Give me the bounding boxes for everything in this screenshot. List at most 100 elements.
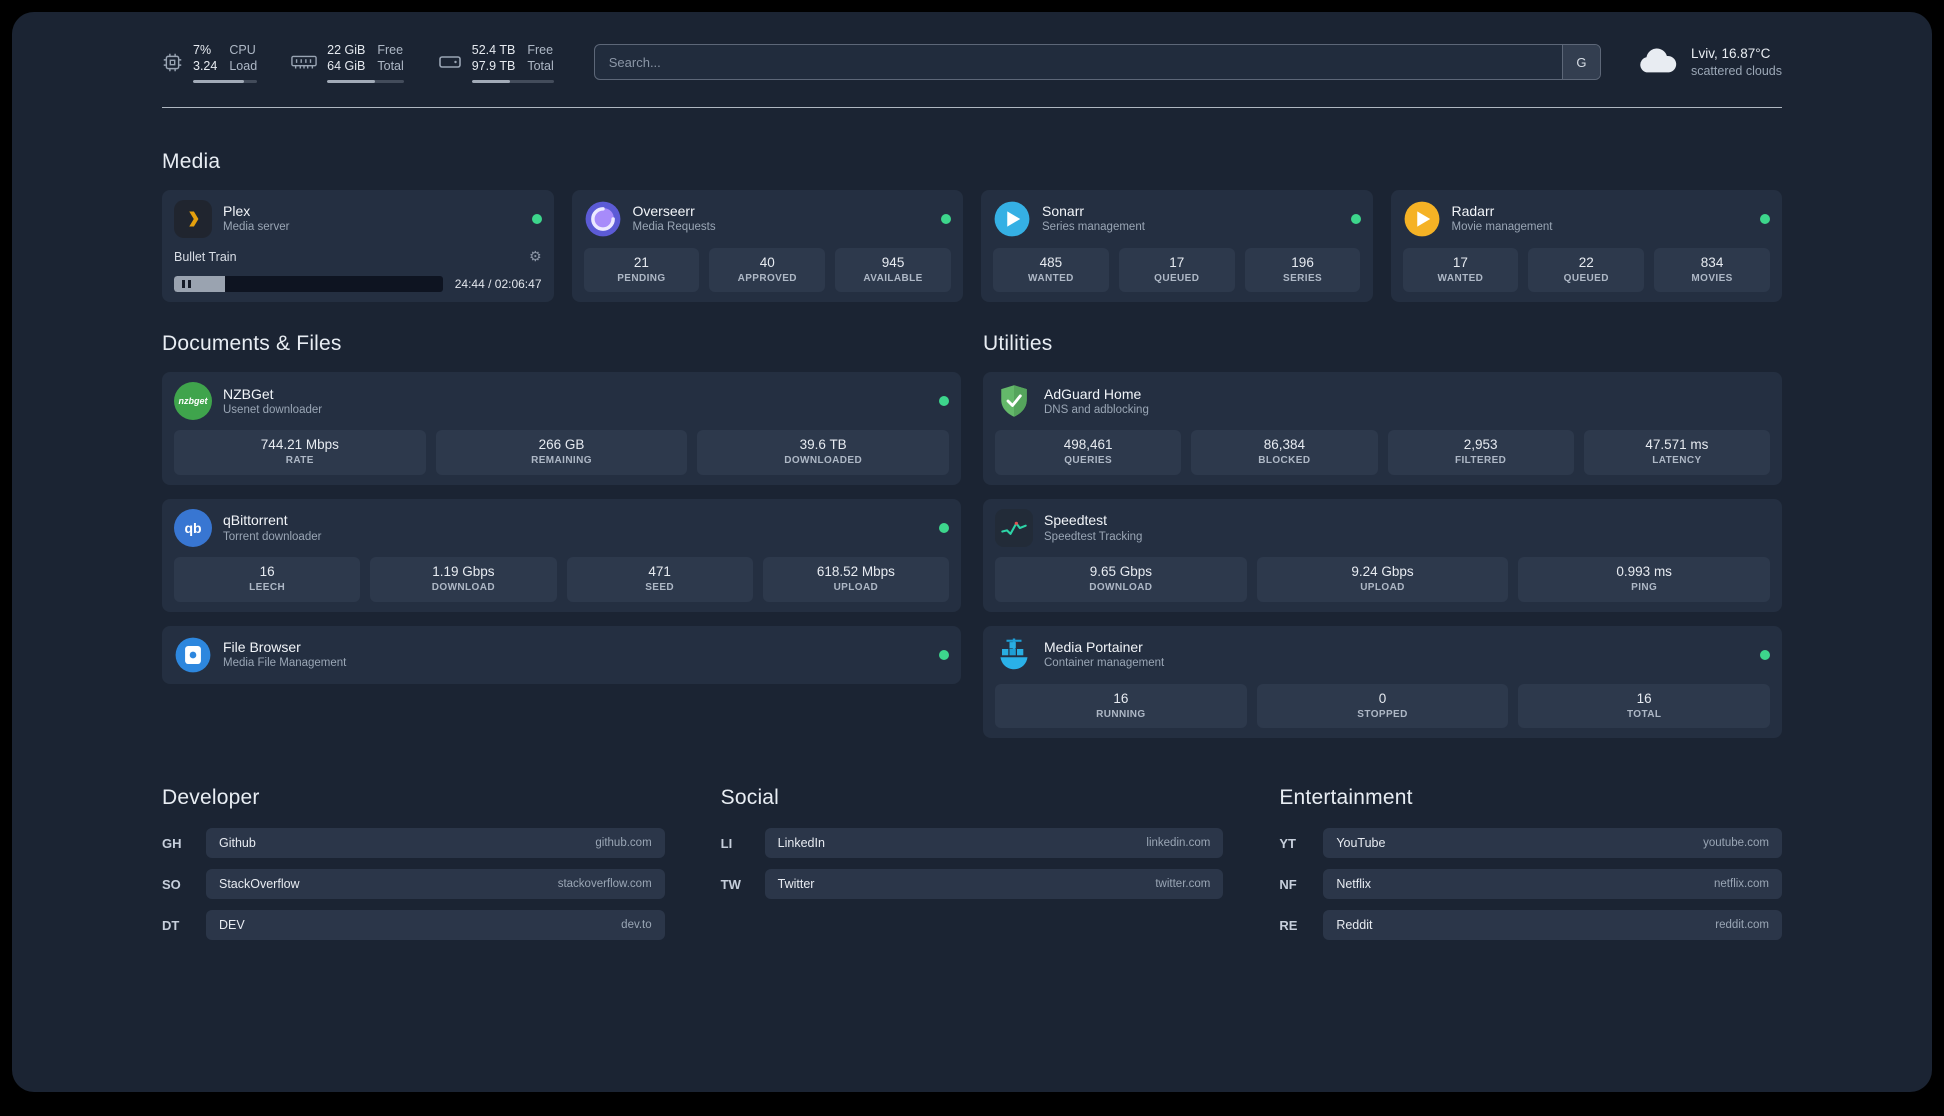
filebrowser-icon [174,636,212,674]
sonarr-icon [993,200,1031,238]
weather-condition: scattered clouds [1690,63,1782,78]
qbittorrent-icon: qb [174,508,212,547]
playback-progress-bar[interactable] [174,276,443,293]
bookmark-abbr: YT [1279,835,1296,851]
cpu-label: CPU [229,43,256,57]
stat-upload: 9.24 Gbps UPLOAD [1256,556,1509,602]
search-input[interactable] [593,44,1601,81]
bookmark-youtube[interactable]: YouTube youtube.com [1323,828,1782,859]
disk-icon [438,52,462,72]
bookmark-abbr: LI [720,835,733,851]
cpu-load-label: Load [229,59,258,74]
stat-queued: 22 QUEUED [1528,247,1645,293]
memory-free-value: 22 GiB [327,43,366,57]
pause-icon[interactable] [182,280,191,289]
radarr-icon [1403,200,1441,238]
header: 7% 3.24 CPU Load 22 GiB 64 GiB Free Tota… [162,12,1782,83]
stat-blocked: 86,384 BLOCKED [1191,430,1378,475]
stat-movies: 834 MOVIES [1654,247,1770,293]
bookmark-row: RE Reddit reddit.com [1279,910,1782,941]
search-bar: G [593,44,1601,81]
service-card-qbittorrent[interactable]: qb qBittorrent Torrent downloader 16 LEEC… [162,498,961,612]
bookmark-row: LI LinkedIn linkedin.com [720,828,1224,859]
bookmark-abbr: GH [162,835,182,851]
status-dot [1350,213,1361,224]
service-name: Media Portainer [1044,639,1143,656]
stat-filtered: 2,953 FILTERED [1387,430,1574,475]
service-card-speedtest[interactable]: Speedtest Speedtest Tracking 9.65 Gbps DO… [983,498,1782,612]
service-subtitle: Movie management [1451,221,1553,234]
service-subtitle: Media Requests [632,221,716,234]
section-title-documents: Documents & Files [162,332,342,356]
stat-upload: 618.52 Mbps UPLOAD [762,556,949,602]
disk-total-value: 97.9 TB [471,59,516,74]
service-card-overseerr[interactable]: Overseerr Media Requests 21 PENDING 40 APP… [571,189,963,303]
status-dot [939,396,949,407]
cpu-icon [162,52,183,73]
stat-queries: 498,461 QUERIES [995,430,1182,475]
disk-bar [471,79,554,83]
stat-download: 9.65 Gbps DOWNLOAD [995,556,1247,602]
service-subtitle: DNS and adblocking [1044,403,1149,416]
resource-widgets: 7% 3.24 CPU Load 22 GiB 64 GiB Free Tota… [162,42,554,83]
service-card-adguard[interactable]: AdGuard Home DNS and adblocking 498,461 Q… [983,372,1782,485]
dashboard-panel: 7% 3.24 CPU Load 22 GiB 64 GiB Free Tota… [12,12,1932,1092]
service-subtitle: Media server [223,221,290,234]
stat-latency: 47.571 ms LATENCY [1583,430,1770,475]
bookmark-twitter[interactable]: Twitter twitter.com [764,869,1224,900]
nzbget-icon: nzbget [174,382,212,421]
service-card-filebrowser[interactable]: File Browser Media File Management [162,625,961,684]
cpu-value-load: 3.24 [193,59,218,74]
bookmark-dev[interactable]: DEV dev.to [206,910,665,941]
bookmark-row: YT YouTube youtube.com [1279,828,1782,859]
service-subtitle: Usenet downloader [223,403,323,416]
section-title-social: Social [720,786,780,810]
overseerr-icon [584,200,622,238]
bookmark-abbr: TW [720,876,741,892]
status-dot [1760,649,1770,660]
cloud-icon [1637,45,1679,80]
bookmark-stackoverflow[interactable]: StackOverflow stackoverflow.com [206,869,665,900]
service-card-nzbget[interactable]: nzbget NZBGet Usenet downloader 744.21 M… [162,372,961,485]
disk-total-label: Total [527,59,554,74]
disk-widget: 52.4 TB 97.9 TB Free Total [438,42,554,83]
service-name: Plex [223,202,251,219]
bookmark-abbr: SO [162,876,181,892]
service-subtitle: Series management [1042,221,1145,234]
bookmark-reddit[interactable]: Reddit reddit.com [1323,910,1782,941]
bookmark-abbr: RE [1279,917,1298,933]
documents-column: Documents & Files nzbget NZBGet Usenet d… [162,332,961,738]
playback-time: 24:44 / 02:06:47 [454,277,542,292]
bookmark-netflix[interactable]: Netflix netflix.com [1323,869,1782,900]
bookmark-github[interactable]: Github github.com [206,828,665,859]
status-dot [531,213,542,224]
disk-free-label: Free [527,43,554,57]
service-card-radarr[interactable]: Radarr Movie management 17 WANTED 22 QUEUE… [1390,189,1782,303]
disk-free-value: 52.4 TB [471,43,516,57]
section-title-developer: Developer [162,786,260,810]
weather-widget: Lviv, 16.87°C scattered clouds [1637,45,1782,80]
stat-approved: 40 APPROVED [709,247,826,293]
cpu-widget: 7% 3.24 CPU Load [162,42,258,83]
service-card-portainer[interactable]: Media Portainer Container management 16 R… [983,625,1782,739]
stat-stopped: 0 STOPPED [1256,683,1509,729]
bookmark-abbr: NF [1279,876,1297,892]
bookmark-group-entertainment: Entertainment YT YouTube youtube.com NF N… [1279,786,1782,951]
stat-download: 1.19 Gbps DOWNLOAD [370,556,557,602]
service-card-plex[interactable]: Plex Media server Bullet Train ⚙ 24:44 /… [162,189,554,303]
bookmarks: Developer GH Github github.com SO StackOv… [162,786,1782,951]
bookmark-abbr: DT [162,917,180,933]
search-provider-button[interactable]: G [1561,45,1600,80]
media-grid: Plex Media server Bullet Train ⚙ 24:44 /… [162,189,1782,303]
stat-downloaded: 39.6 TB DOWNLOADED [697,430,950,475]
service-card-sonarr[interactable]: Sonarr Series management 485 WANTED 17 QUE… [981,189,1373,303]
speedtest-icon [995,508,1033,547]
service-name: Speedtest [1044,512,1108,529]
bookmark-row: GH Github github.com [162,828,665,859]
service-name: Sonarr [1042,202,1085,219]
gear-icon[interactable]: ⚙ [529,250,542,264]
plex-icon [174,199,212,238]
status-dot [939,649,949,660]
service-name: qBittorrent [223,512,288,529]
bookmark-linkedin[interactable]: LinkedIn linkedin.com [764,828,1224,859]
